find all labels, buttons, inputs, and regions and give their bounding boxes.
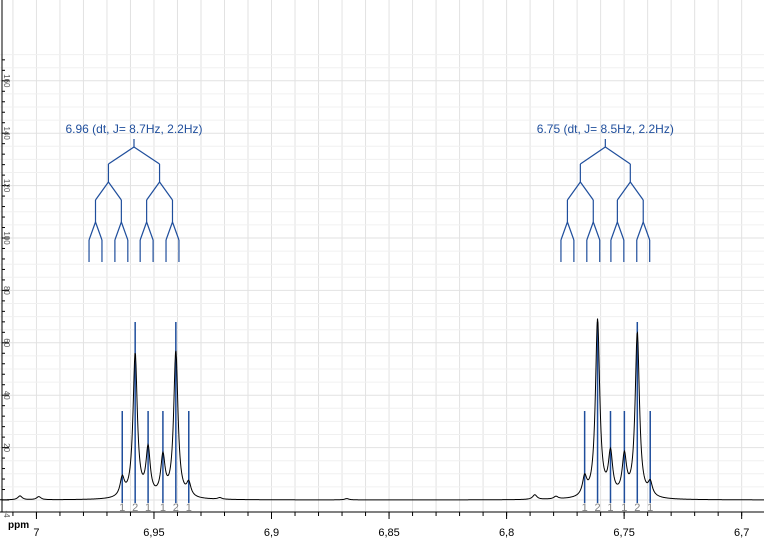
tree-branch <box>566 181 581 201</box>
multiplet-label: 6.96 (dt, J= 8.7Hz, 2.2Hz) <box>65 122 202 136</box>
multiplet-2: 6.75 (dt, J= 8.5Hz, 2.2Hz)1 2 1 1 2 1 <box>537 122 674 514</box>
y-tick-label: 80 <box>2 286 11 295</box>
nmr-spectrum-view: 6.96 (dt, J= 8.7Hz, 2.2Hz) 1 2 1 1 2 1 6.75 (dt… <box>0 0 764 542</box>
y-tick-label: 140 <box>2 127 11 141</box>
tree-branch <box>107 181 122 201</box>
y-tick-label: -4 <box>2 510 11 518</box>
y-tick-label: 160 <box>2 74 11 88</box>
x-tick-label: 6,95 <box>143 527 164 539</box>
x-tick-label: 6,8 <box>499 527 514 539</box>
tree-branch <box>604 146 631 165</box>
x-tick-label: 6,9 <box>264 527 279 539</box>
y-tick-label: 40 <box>2 391 11 400</box>
y-tick-label: 120 <box>2 179 11 193</box>
tree-branch <box>629 181 644 201</box>
y-tick-label: 20 <box>2 443 11 452</box>
x-axis-title: ppm <box>8 520 29 531</box>
tree-branch <box>579 181 594 201</box>
nmr-chart: 6.96 (dt, J= 8.7Hz, 2.2Hz)1 2 1 1 2 1 6.75 (dt… <box>0 0 764 542</box>
x-tick-label: 7 <box>33 527 39 539</box>
x-tick-label: 6,85 <box>378 527 399 539</box>
tree-branch <box>133 146 160 165</box>
spectrum <box>0 318 764 501</box>
multiplet-annotations: 6.96 (dt, J= 8.7Hz, 2.2Hz)1 2 1 1 2 1 6.75 (dt… <box>65 122 673 514</box>
x-tick-label: 6,7 <box>734 527 749 539</box>
tree-branch <box>146 181 161 201</box>
multiplet-1: 6.96 (dt, J= 8.7Hz, 2.2Hz)1 2 1 1 2 1 <box>65 122 202 514</box>
y-tick-label: 60 <box>2 338 11 347</box>
y-tick-label: 100 <box>2 231 11 245</box>
tree-branch <box>580 146 606 165</box>
multiplet-label: 6.75 (dt, J= 8.5Hz, 2.2Hz) <box>537 122 674 136</box>
spectrum-trace <box>0 318 764 501</box>
tree-branch <box>159 181 173 201</box>
x-tick-label: 6,75 <box>613 527 634 539</box>
